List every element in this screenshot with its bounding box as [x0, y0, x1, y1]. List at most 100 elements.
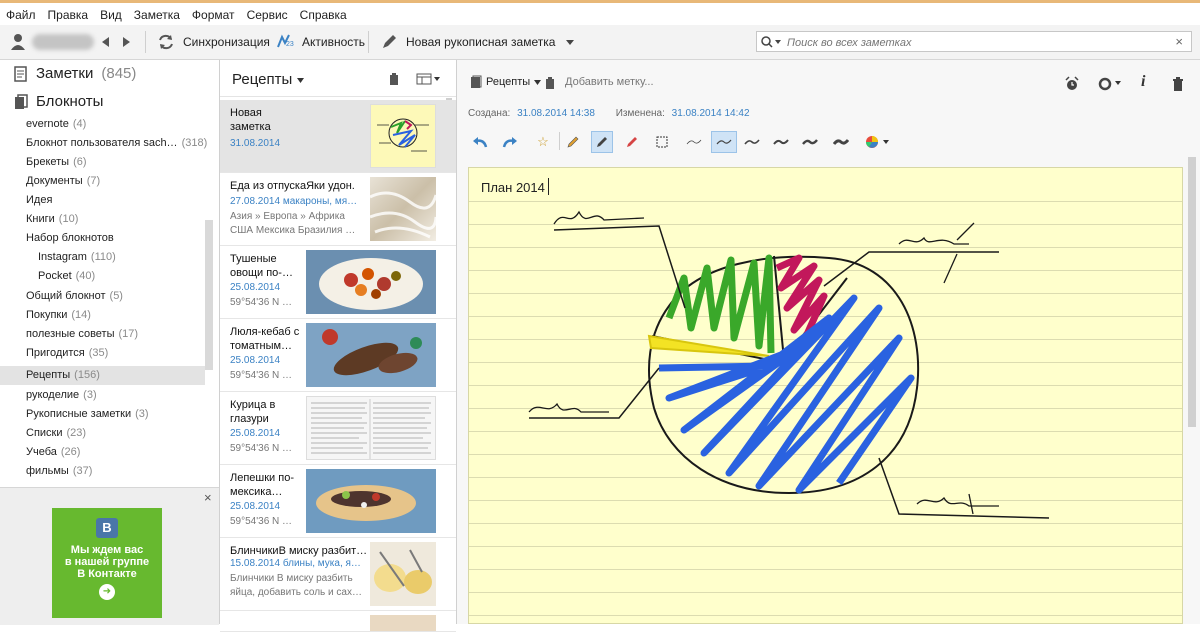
note-editor: Рецепты Добавить метку... i Создана: 31.… — [457, 60, 1200, 624]
notebook-label: Документы — [26, 175, 83, 187]
notebook-count: (3) — [83, 389, 97, 401]
note-snippet: 59°54'36 N … — [230, 443, 293, 454]
stroke-width-6[interactable] — [830, 131, 852, 153]
color-picker[interactable] — [863, 131, 893, 153]
modified-value: 31.08.2014 14:42 — [671, 108, 750, 119]
note-item[interactable] — [220, 611, 456, 632]
note-date-row: 31.08.2014 — [230, 138, 280, 149]
notebook-label: рукоделие — [26, 389, 80, 401]
close-ad-icon[interactable]: × — [204, 490, 212, 505]
share-icon[interactable] — [1097, 76, 1123, 92]
sync-button[interactable]: Синхронизация — [157, 25, 270, 59]
menu-help[interactable]: Справка — [294, 3, 353, 22]
notebook-label: Рецепты — [26, 369, 71, 381]
note-date-row: 25.08.2014 — [230, 428, 280, 439]
note-snippet: Блинчики В миску разбить яйца, добавить … — [230, 573, 362, 598]
notebook-item[interactable]: Списки (23) — [0, 424, 205, 443]
menu-file[interactable]: Файл — [0, 3, 42, 22]
vk-ad-banner[interactable]: В Мы ждем вас в нашей группе В Контакте … — [52, 508, 162, 618]
undo-button[interactable] — [469, 131, 491, 153]
notebook-share-icon[interactable] — [388, 72, 400, 86]
notebook-item[interactable]: Брекеты (6) — [0, 153, 205, 172]
pencil-tool[interactable] — [562, 131, 584, 153]
notebook-item[interactable]: Блокнот пользователя sach… (318) — [0, 134, 207, 153]
reminder-icon[interactable] — [1064, 76, 1080, 92]
notebook-item[interactable]: Идея — [0, 191, 205, 210]
forward-button[interactable] — [120, 25, 132, 59]
note-thumbnail — [306, 469, 436, 533]
redo-button[interactable] — [499, 131, 521, 153]
notebook-item[interactable]: Книги (10) — [0, 210, 205, 229]
stroke-width-1[interactable] — [683, 131, 705, 153]
menu-tools[interactable]: Сервис — [241, 3, 294, 22]
note-item[interactable]: Люля-кебаб с томатным… 25.08.2014 59°54'… — [220, 319, 456, 392]
info-icon[interactable]: i — [1141, 73, 1145, 91]
editor-scrollbar[interactable] — [1188, 157, 1196, 427]
menu-note[interactable]: Заметка — [128, 3, 186, 22]
note-item[interactable]: БлинчикиВ миску разбит… 15.08.2014 блины… — [220, 538, 456, 611]
note-list-title[interactable]: Рецепты — [232, 71, 305, 88]
note-date: 25.08.2014 — [230, 282, 281, 293]
notebook-item[interactable]: фильмы (37) — [0, 462, 205, 481]
notebook-item[interactable]: Pocket (40) — [0, 267, 205, 286]
notebook-stack[interactable]: Набор блокнотов — [0, 229, 205, 248]
notebook-item[interactable]: Рукописные заметки (3) — [0, 405, 205, 424]
notebook-item[interactable]: Покупки (14) — [0, 306, 205, 325]
search-box[interactable]: × — [756, 31, 1192, 52]
search-input[interactable] — [785, 34, 1169, 51]
stroke-width-5[interactable] — [799, 131, 821, 153]
notebook-item[interactable]: Instagram (110) — [0, 248, 205, 267]
blurred-username — [32, 34, 94, 50]
note-item[interactable]: Тушеные овощи по-… 25.08.2014 59°54'36 N… — [220, 246, 456, 319]
activity-button[interactable]: 23 Активность — [276, 25, 365, 59]
redo-icon — [502, 137, 517, 148]
notebook-item[interactable]: Пригодится (35) — [0, 344, 205, 363]
trash-icon[interactable] — [1172, 77, 1184, 91]
sync-icon — [159, 34, 173, 50]
ink-canvas[interactable]: План 2014 — [468, 167, 1183, 624]
menu-edit[interactable]: Правка — [42, 3, 95, 22]
note-date: 31.08.2014 — [230, 138, 281, 149]
view-options-icon[interactable] — [416, 73, 442, 85]
notebook-item-selected[interactable]: Рецепты (156) — [0, 366, 205, 385]
clear-search-icon[interactable]: × — [1175, 34, 1183, 49]
notebook-item[interactable]: полезные советы (17) — [0, 325, 205, 344]
notebook-item[interactable]: Учеба (26) — [0, 443, 205, 462]
menu-format[interactable]: Формат — [186, 3, 241, 22]
menu-view[interactable]: Вид — [94, 3, 128, 22]
note-item-selected[interactable]: Новая заметка 31.08.2014 — [220, 100, 456, 173]
stroke-width-2[interactable] — [711, 131, 737, 153]
note-date-row: 25.08.2014 — [230, 355, 280, 366]
note-thumbnail — [306, 250, 436, 314]
stroke-width-3[interactable] — [741, 131, 763, 153]
account-button[interactable] — [10, 25, 94, 59]
highlighter-tool[interactable] — [621, 131, 643, 153]
back-button[interactable] — [100, 25, 112, 59]
ad-area: × В Мы ждем вас в нашей группе В Контакт… — [0, 487, 219, 625]
note-item[interactable]: Курица в глазури 25.08.2014 59°54'36 N … — [220, 392, 456, 465]
sidebar-notes[interactable]: Заметки (845) — [14, 65, 136, 82]
note-snippet: 59°54'36 N … — [230, 297, 293, 308]
sidebar-scrollbar[interactable] — [205, 220, 213, 370]
new-ink-note-button[interactable]: Новая рукописная заметка — [380, 25, 575, 59]
note-title: Курица в глазури — [230, 399, 276, 425]
ad-arrow-icon: ➜ — [99, 584, 115, 600]
sidebar-notebooks[interactable]: Блокноты — [14, 93, 103, 110]
notebook-item[interactable]: evernote (4) — [0, 115, 205, 134]
beautify-button[interactable]: ☆ — [532, 131, 554, 153]
created-label: Создана: — [468, 108, 511, 119]
notebook-item[interactable]: Документы (7) — [0, 172, 205, 191]
stroke-width-4[interactable] — [770, 131, 792, 153]
note-item[interactable]: Лепешки по-мексика… 25.08.2014 59°54'36 … — [220, 465, 456, 538]
back-arrow-icon — [102, 37, 109, 47]
notebook-count: (7) — [86, 175, 101, 187]
note-date: 27.08.2014 — [230, 196, 281, 207]
editor-notebook-selector[interactable]: Рецепты — [470, 75, 542, 89]
pen-tool[interactable] — [591, 131, 613, 153]
notebook-item[interactable]: рукоделие (3) — [0, 386, 205, 405]
select-tool[interactable] — [651, 131, 673, 153]
note-item[interactable]: Еда из отпускаЯки удон. 27.08.2014 макар… — [220, 173, 456, 246]
notebook-item[interactable]: Общий блокнот (5) — [0, 287, 205, 306]
add-tag-field[interactable]: Добавить метку... — [565, 76, 654, 88]
vk-logo: В — [96, 518, 118, 538]
